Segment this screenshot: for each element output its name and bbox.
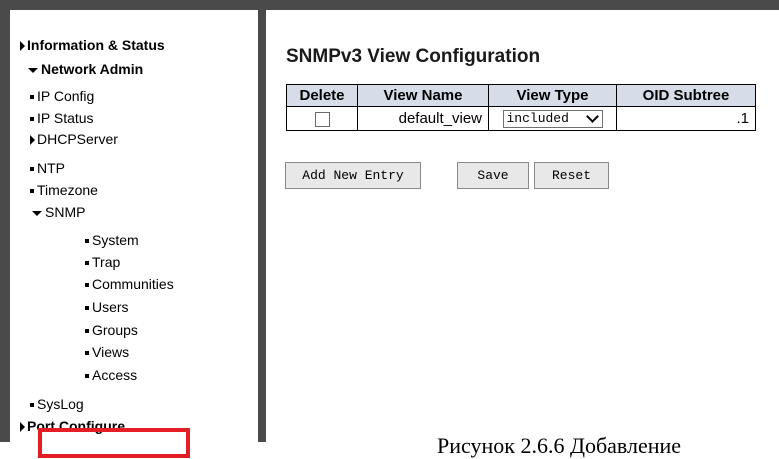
caret-down-icon [28, 68, 38, 73]
top-bar [0, 0, 779, 10]
bullet-icon [85, 374, 89, 378]
sidebar-item-label: SNMP [45, 204, 86, 220]
sidebar-item-snmp-users[interactable]: Users [85, 298, 129, 316]
column-header-oid-subtree: OID Subtree [616, 84, 756, 107]
sidebar-item-label: Access [92, 367, 138, 383]
sidebar-item-label: Information & Status [27, 37, 165, 53]
sidebar-item-syslog[interactable]: SysLog [30, 395, 84, 413]
reset-button[interactable]: Reset [534, 162, 609, 189]
highlight-box [38, 428, 190, 458]
sidebar-item-label: DHCPServer [37, 131, 118, 147]
bullet-icon [85, 239, 89, 243]
sidebar-item-dhcp-server[interactable]: DHCPServer [30, 130, 118, 148]
sidebar-item-label: Network Admin [41, 61, 144, 77]
caret-down-icon [32, 211, 42, 216]
bullet-icon [30, 403, 34, 407]
figure-caption: Рисунок 2.6.6 Добавление [437, 433, 682, 458]
sidebar-item-snmp-groups[interactable]: Groups [85, 321, 138, 339]
sidebar-item-label: Views [92, 344, 130, 360]
column-header-view-type: View Type [488, 84, 617, 107]
sidebar-item-snmp-trap[interactable]: Trap [85, 253, 120, 271]
view-type-select[interactable]: included [502, 109, 603, 128]
view-config-table: Delete View Name View Type OID Subtree d… [286, 84, 756, 131]
view-type-value: included [506, 111, 569, 127]
sidebar-item-label: IP Config [37, 88, 95, 104]
bullet-icon [30, 95, 34, 99]
view-name-cell: default_view [357, 106, 489, 131]
bullet-icon [30, 117, 34, 121]
bullet-icon [85, 306, 89, 310]
frame-divider [258, 10, 266, 442]
table-row: default_view included .1 [286, 106, 756, 131]
sidebar-item-label: Timezone [37, 182, 98, 198]
sidebar-item-timezone[interactable]: Timezone [30, 181, 98, 199]
chevron-down-icon [585, 110, 599, 123]
sidebar-item-snmp[interactable]: SNMP [32, 203, 85, 221]
sidebar-item-network-admin[interactable]: Network Admin [28, 60, 143, 78]
column-header-view-name: View Name [357, 84, 489, 107]
bullet-icon [30, 189, 34, 193]
bullet-icon [85, 283, 89, 287]
save-button[interactable]: Save [457, 162, 529, 189]
left-frame-edge [0, 10, 10, 442]
page-title: SNMPv3 View Configuration [286, 46, 541, 67]
sidebar-item-label: Users [92, 299, 129, 315]
delete-cell [286, 106, 358, 131]
sidebar-item-label: Communities [92, 276, 174, 292]
caret-right-icon [20, 422, 25, 432]
sidebar-item-label: System [92, 232, 139, 248]
sidebar-item-label: IP Status [37, 110, 94, 126]
sidebar-item-snmp-communities[interactable]: Communities [85, 275, 174, 293]
sidebar-item-label: SysLog [37, 396, 84, 412]
sidebar-item-information-status[interactable]: Information & Status [20, 36, 165, 54]
sidebar-item-ntp[interactable]: NTP [30, 159, 65, 177]
delete-checkbox[interactable] [314, 111, 330, 127]
bullet-icon [85, 261, 89, 265]
sidebar-item-ip-config[interactable]: IP Config [30, 87, 94, 105]
sidebar-item-ip-status[interactable]: IP Status [30, 109, 94, 127]
column-header-delete: Delete [286, 84, 358, 107]
sidebar-item-snmp-views[interactable]: Views [85, 343, 129, 361]
bullet-icon [85, 329, 89, 333]
main-content: SNMPv3 View Configuration Delete View Na… [266, 10, 779, 452]
sidebar-nav: Information & Status Network Admin IP Co… [10, 10, 258, 442]
table-header-row: Delete View Name View Type OID Subtree [286, 84, 756, 107]
sidebar-item-label: NTP [37, 160, 65, 176]
sidebar-item-snmp-system[interactable]: System [85, 231, 139, 249]
sidebar-item-label: Trap [92, 254, 121, 270]
bullet-icon [30, 167, 34, 171]
sidebar-item-label: Groups [92, 322, 138, 338]
bullet-icon [85, 351, 89, 355]
view-type-cell: included [488, 106, 617, 131]
oid-subtree-cell: .1 [616, 106, 756, 131]
caret-right-icon [20, 41, 25, 51]
add-new-entry-button[interactable]: Add New Entry [285, 162, 421, 189]
sidebar-item-snmp-access[interactable]: Access [85, 366, 137, 384]
caret-right-icon [30, 135, 35, 145]
